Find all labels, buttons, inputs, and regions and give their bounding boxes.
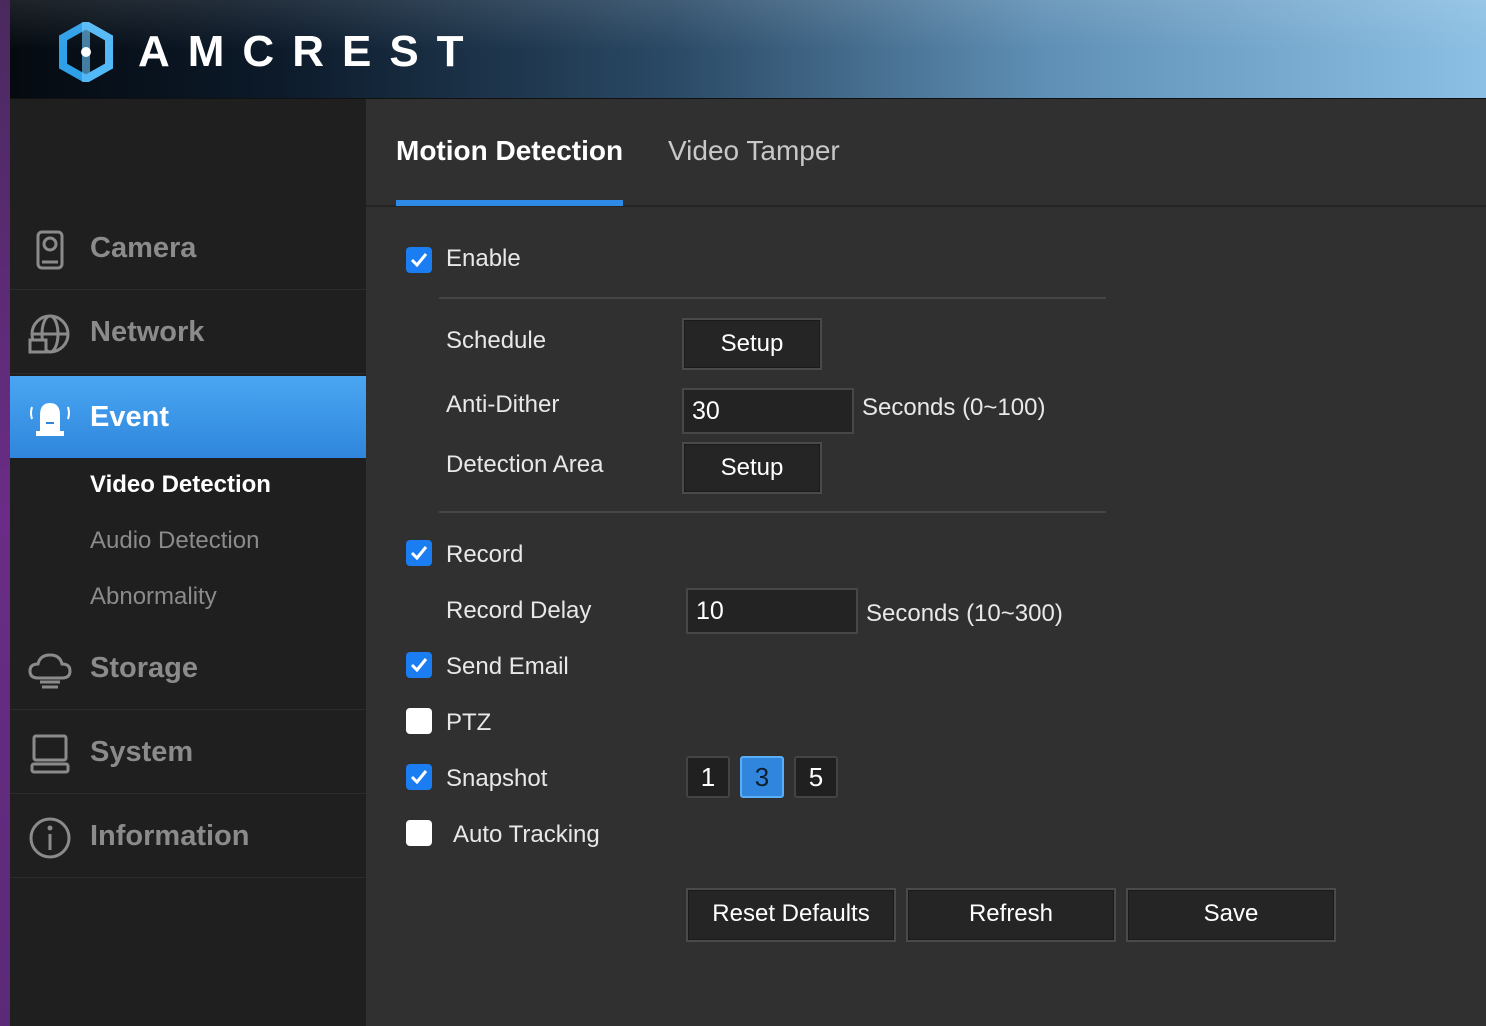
sidebar-item-system[interactable]: System <box>10 710 366 794</box>
subnav-abnormality[interactable]: Abnormality <box>90 583 217 611</box>
checkmark-icon <box>410 253 428 268</box>
anti-dither-unit: Seconds (0~100) <box>862 394 1046 421</box>
checkmark-icon <box>410 770 428 785</box>
record-label: Record <box>446 541 524 568</box>
main-content: Motion Detection Video Tamper Enable Sch… <box>366 99 1486 1026</box>
sidebar-item-label: Information <box>90 820 250 852</box>
reset-defaults-button[interactable]: Reset Defaults <box>686 888 896 942</box>
record-delay-input[interactable] <box>686 588 858 634</box>
sidebar-item-event[interactable]: Event <box>10 376 366 458</box>
anti-dither-label: Anti-Dither <box>446 391 560 418</box>
tab-motion-detection[interactable]: Motion Detection <box>396 135 623 167</box>
computer-icon <box>30 734 70 774</box>
snapshot-label: Snapshot <box>446 765 548 792</box>
record-delay-label: Record Delay <box>446 597 592 624</box>
snapshot-count-5[interactable]: 5 <box>794 756 838 798</box>
sidebar-item-information[interactable]: Information <box>10 794 366 878</box>
record-delay-unit: Seconds (10~300) <box>866 600 1063 627</box>
auto-tracking-label: Auto Tracking <box>453 821 600 848</box>
schedule-label: Schedule <box>446 327 547 354</box>
cloud-storage-icon <box>28 653 72 689</box>
amcrest-logo-icon <box>59 22 113 82</box>
sidebar-item-label: System <box>90 736 194 768</box>
snapshot-count-1[interactable]: 1 <box>686 756 730 798</box>
active-tab-indicator <box>396 200 623 206</box>
checkmark-icon <box>410 546 428 561</box>
globe-network-icon <box>28 314 70 354</box>
ptz-checkbox[interactable] <box>406 708 432 734</box>
sidebar-item-camera[interactable]: Camera <box>10 206 366 290</box>
sidebar-item-label: Storage <box>90 652 198 684</box>
tab-video-tamper[interactable]: Video Tamper <box>668 135 840 167</box>
window-edge <box>0 0 10 1026</box>
auto-tracking-checkbox[interactable] <box>406 820 432 846</box>
checkmark-icon <box>410 658 428 673</box>
save-button[interactable]: Save <box>1126 888 1336 942</box>
snapshot-checkbox[interactable] <box>406 764 432 790</box>
enable-label: Enable <box>446 245 521 272</box>
sidebar-item-label: Camera <box>90 232 197 264</box>
camera-icon <box>36 230 64 270</box>
detection-area-setup-button[interactable]: Setup <box>682 442 822 494</box>
app-header: AMCREST <box>10 0 1486 99</box>
tab-bar: Motion Detection Video Tamper <box>366 99 1486 207</box>
send-email-checkbox[interactable] <box>406 652 432 678</box>
schedule-setup-button[interactable]: Setup <box>682 318 822 370</box>
refresh-button[interactable]: Refresh <box>906 888 1116 942</box>
record-checkbox[interactable] <box>406 540 432 566</box>
sidebar-item-network[interactable]: Network <box>10 290 366 374</box>
section-divider <box>439 511 1106 513</box>
snapshot-count-3[interactable]: 3 <box>740 756 784 798</box>
alarm-bell-icon <box>30 403 70 436</box>
detection-area-label: Detection Area <box>446 451 604 478</box>
brand-wordmark: AMCREST <box>138 27 482 76</box>
info-icon <box>29 817 71 859</box>
sidebar: Camera Network Event Video Detection Aud… <box>10 99 366 1026</box>
subnav-video-detection[interactable]: Video Detection <box>90 471 271 499</box>
send-email-label: Send Email <box>446 653 569 680</box>
sidebar-item-storage[interactable]: Storage <box>10 626 366 710</box>
subnav-audio-detection[interactable]: Audio Detection <box>90 527 259 555</box>
sidebar-item-label: Network <box>90 316 205 348</box>
ptz-label: PTZ <box>446 709 492 736</box>
sidebar-item-label: Event <box>90 401 169 433</box>
enable-checkbox[interactable] <box>406 247 432 273</box>
anti-dither-input[interactable] <box>682 388 854 434</box>
section-divider <box>439 297 1106 299</box>
